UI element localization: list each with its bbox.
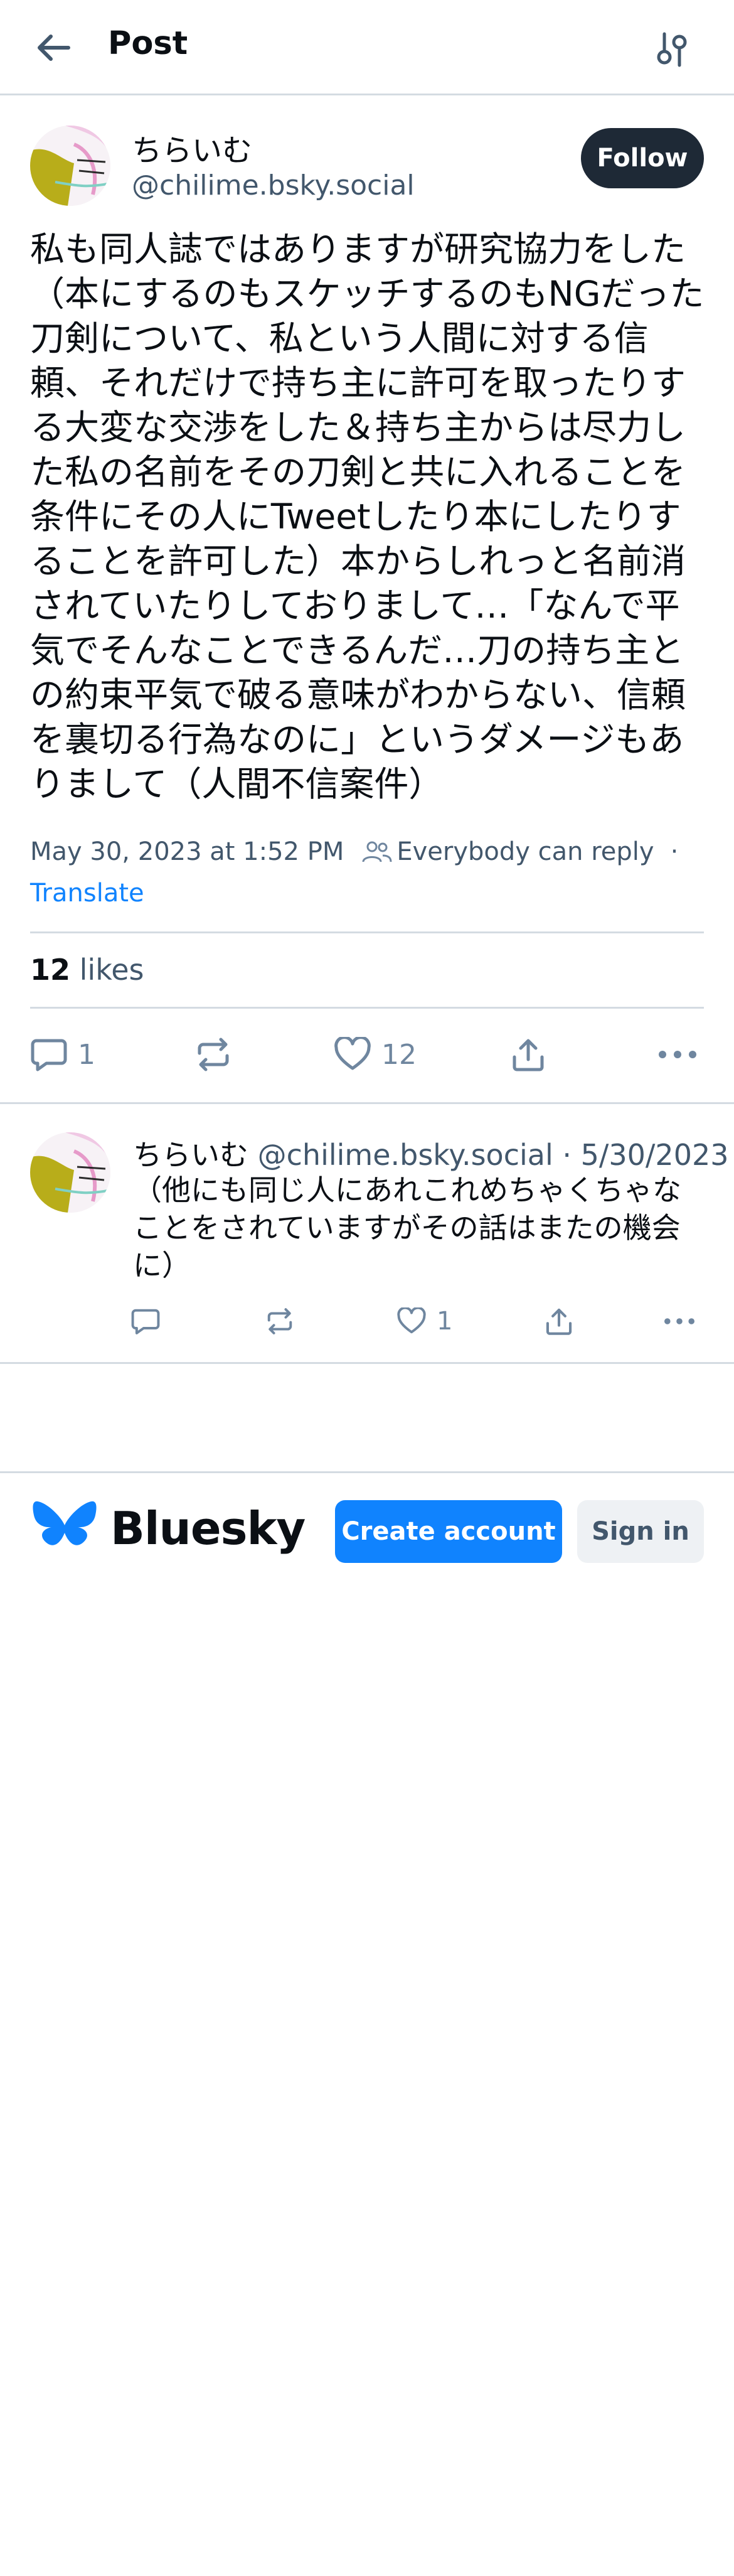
reply-like-count: 1 <box>437 1307 453 1336</box>
bluesky-logo[interactable]: Bluesky <box>33 1500 306 1557</box>
reply-like-button[interactable]: 1 <box>396 1299 452 1343</box>
heart-icon <box>397 1307 426 1334</box>
likes-count: 12 <box>30 953 71 987</box>
reply-author-handle[interactable]: @chilime.bsky.social <box>258 1138 553 1172</box>
likes-summary[interactable]: 12 likes <box>30 953 144 987</box>
post-actions: 1 12 <box>30 1029 704 1080</box>
heart-icon <box>334 1037 371 1070</box>
reply-repost-button[interactable] <box>265 1299 305 1343</box>
reply-header: ちらいむ @chilime.bsky.social · 5/30/2023 <box>133 1132 729 1174</box>
post-body: 私も同人誌ではありますが研究協力をした（本にするのもスケッチするのもNGだった刀… <box>30 229 705 804</box>
reply-author-name[interactable]: ちらいむ <box>133 1138 248 1172</box>
repost-icon <box>198 1038 229 1071</box>
reply-separator: · <box>562 1138 572 1172</box>
butterfly-icon <box>33 1501 97 1545</box>
reply-icon <box>31 1039 67 1071</box>
reply-actions: 1 <box>130 1299 704 1343</box>
thread-separator <box>0 1362 734 1364</box>
reply-button[interactable]: 1 <box>30 1029 95 1080</box>
divider <box>30 931 704 933</box>
reply-body: （他にも同じ人にあれこれめちゃくちゃなことをされていますがその話はまたの機会に） <box>133 1173 681 1282</box>
reply-date[interactable]: 5/30/2023 <box>581 1138 729 1172</box>
reply-share-button[interactable] <box>545 1299 573 1343</box>
more-options-button[interactable] <box>657 1029 698 1080</box>
more-horizontal-icon <box>664 1318 694 1324</box>
create-account-button[interactable]: Create account <box>335 1500 562 1563</box>
repost-icon <box>267 1308 292 1334</box>
footer-separator <box>0 1471 734 1473</box>
back-button[interactable] <box>31 29 75 67</box>
like-count: 12 <box>381 1038 417 1071</box>
divider <box>30 1007 704 1009</box>
repost-button[interactable] <box>194 1029 242 1080</box>
share-icon <box>546 1308 572 1335</box>
likes-label: likes <box>79 953 144 987</box>
sliders-icon <box>657 32 687 67</box>
post-timestamp: May 30, 2023 at 1:52 PM <box>30 837 344 866</box>
share-button[interactable] <box>511 1029 546 1080</box>
meta-separator: · <box>670 837 679 866</box>
top-bar: Post <box>0 0 734 95</box>
sign-in-button[interactable]: Sign in <box>577 1500 704 1563</box>
reply-icon <box>131 1309 160 1334</box>
translate-link[interactable]: Translate <box>30 879 144 908</box>
follow-button[interactable]: Follow <box>581 128 704 188</box>
share-icon <box>513 1039 544 1071</box>
more-horizontal-icon <box>659 1051 696 1058</box>
reply-count: 1 <box>78 1038 95 1071</box>
like-button[interactable]: 12 <box>334 1029 417 1080</box>
reply-reply-button[interactable] <box>130 1299 171 1343</box>
brand-name: Bluesky <box>110 1502 306 1555</box>
reply-more-options-button[interactable] <box>662 1299 696 1343</box>
reply-audience[interactable]: Everybody can reply <box>396 837 654 866</box>
post-meta: May 30, 2023 at 1:52 PM Everybody can re… <box>30 837 678 866</box>
page-title: Post <box>108 25 188 62</box>
thread-separator <box>0 1102 734 1104</box>
people-icon <box>362 841 392 862</box>
arrow-left-icon <box>38 35 70 61</box>
author-handle[interactable]: @chilime.bsky.social <box>132 169 415 201</box>
author-avatar[interactable] <box>30 126 110 206</box>
author-display-name[interactable]: ちらいむ <box>132 126 252 169</box>
thread-settings-button[interactable] <box>650 28 694 72</box>
reply-author-avatar[interactable] <box>30 1132 110 1213</box>
